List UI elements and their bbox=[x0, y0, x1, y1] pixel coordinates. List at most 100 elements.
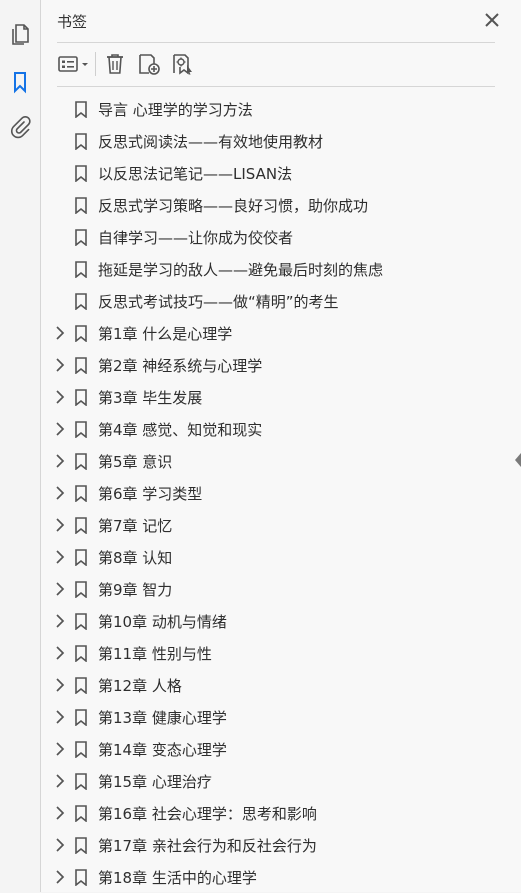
bookmark-label: 第8章 认知 bbox=[98, 549, 173, 567]
bookmark-icon bbox=[74, 837, 88, 855]
bookmark-from-structure-button[interactable] bbox=[166, 49, 200, 79]
bookmark-label: 第5章 意识 bbox=[98, 453, 173, 471]
bookmark-item[interactable]: 第5章 意识 bbox=[41, 445, 521, 477]
chevron-right-icon[interactable] bbox=[53, 869, 67, 885]
bookmark-item[interactable]: 第4章 感觉、知觉和现实 bbox=[41, 413, 521, 445]
chevron-right-icon[interactable] bbox=[53, 549, 67, 565]
bookmark-icon bbox=[74, 389, 88, 407]
chevron-right-icon[interactable] bbox=[53, 421, 67, 437]
chevron-right-icon[interactable] bbox=[53, 517, 67, 533]
bookmark-item[interactable]: 拖延是学习的敌人——避免最后时刻的焦虑 bbox=[41, 253, 521, 285]
bookmark-label: 反思式考试技巧——做“精明”的考生 bbox=[98, 293, 339, 311]
chevron-right-icon[interactable] bbox=[53, 645, 67, 661]
delete-bookmark-button[interactable] bbox=[98, 49, 132, 79]
bookmark-icon bbox=[74, 485, 88, 503]
collapse-panel-handle[interactable] bbox=[515, 452, 521, 467]
new-bookmark-button[interactable] bbox=[132, 49, 166, 79]
bookmark-label: 反思式学习策略——良好习惯，助你成功 bbox=[98, 197, 369, 215]
bookmark-label: 第13章 健康心理学 bbox=[98, 709, 227, 727]
bookmark-icon bbox=[74, 325, 88, 343]
bookmark-icon bbox=[74, 357, 88, 375]
bookmark-label: 拖延是学习的敌人——避免最后时刻的焦虑 bbox=[98, 261, 384, 279]
bookmark-icon bbox=[74, 165, 88, 183]
bookmark-label: 第4章 感觉、知觉和现实 bbox=[98, 421, 263, 439]
bookmark-label: 第14章 变态心理学 bbox=[98, 741, 227, 759]
options-menu-button[interactable] bbox=[53, 49, 93, 79]
bookmark-item[interactable]: 第3章 毕生发展 bbox=[41, 381, 521, 413]
bookmark-item[interactable]: 第6章 学习类型 bbox=[41, 477, 521, 509]
chevron-right-icon[interactable] bbox=[53, 613, 67, 629]
bookmark-item[interactable]: 第15章 心理治疗 bbox=[41, 765, 521, 797]
bookmark-icon bbox=[74, 869, 88, 887]
chevron-right-icon[interactable] bbox=[53, 485, 67, 501]
chevron-right-icon[interactable] bbox=[53, 773, 67, 789]
new-bookmark-icon bbox=[139, 54, 160, 75]
chevron-right-icon[interactable] bbox=[53, 453, 67, 469]
bookmark-item[interactable]: 导言 心理学的学习方法 bbox=[41, 93, 521, 125]
bookmark-icon bbox=[74, 293, 88, 311]
chevron-right-icon[interactable] bbox=[53, 389, 67, 405]
chevron-right-icon[interactable] bbox=[53, 837, 67, 853]
bookmark-label: 第11章 性别与性 bbox=[98, 645, 212, 663]
bookmark-item[interactable]: 第18章 生活中的心理学 bbox=[41, 861, 521, 893]
bookmark-label: 第10章 动机与情绪 bbox=[98, 613, 227, 631]
bookmark-item[interactable]: 第17章 亲社会行为和反社会行为 bbox=[41, 829, 521, 861]
bookmark-icon bbox=[74, 229, 88, 247]
bookmark-icon bbox=[74, 741, 88, 759]
bookmark-label: 第7章 记忆 bbox=[98, 517, 173, 535]
bookmark-item[interactable]: 自律学习——让你成为佼佼者 bbox=[41, 221, 521, 253]
bookmark-item[interactable]: 第2章 神经系统与心理学 bbox=[41, 349, 521, 381]
chevron-right-icon[interactable] bbox=[53, 357, 67, 373]
bookmark-label: 第9章 智力 bbox=[98, 581, 173, 599]
bookmark-icon[interactable] bbox=[7, 69, 33, 95]
bookmark-label: 第18章 生活中的心理学 bbox=[98, 869, 257, 887]
bookmark-item[interactable]: 第13章 健康心理学 bbox=[41, 701, 521, 733]
divider bbox=[57, 42, 495, 43]
bookmark-icon bbox=[74, 805, 88, 823]
bookmark-item[interactable]: 第1章 什么是心理学 bbox=[41, 317, 521, 349]
bookmark-item[interactable]: 反思式考试技巧——做“精明”的考生 bbox=[41, 285, 521, 317]
bookmark-icon bbox=[74, 613, 88, 631]
bookmark-icon bbox=[74, 101, 88, 119]
bookmark-from-structure-icon bbox=[173, 54, 192, 75]
close-icon[interactable] bbox=[481, 9, 503, 31]
divider bbox=[57, 86, 495, 87]
bookmark-icon bbox=[74, 709, 88, 727]
chevron-right-icon[interactable] bbox=[53, 741, 67, 757]
bookmark-icon bbox=[74, 453, 88, 471]
bookmark-label: 以反思法记笔记——LISAN法 bbox=[98, 165, 293, 183]
bookmarks-panel: 书签 导言 心理学的学习方法 反思式阅读法——有效地使用教材 以反思法记笔记——… bbox=[41, 0, 521, 892]
bookmark-icon bbox=[74, 517, 88, 535]
bookmark-item[interactable]: 第12章 人格 bbox=[41, 669, 521, 701]
chevron-right-icon[interactable] bbox=[53, 709, 67, 725]
bookmark-toolbar bbox=[53, 48, 200, 80]
bookmark-item[interactable]: 第10章 动机与情绪 bbox=[41, 605, 521, 637]
bookmark-icon bbox=[74, 677, 88, 695]
chevron-right-icon[interactable] bbox=[53, 581, 67, 597]
bookmark-item[interactable]: 第11章 性别与性 bbox=[41, 637, 521, 669]
left-rail bbox=[0, 0, 41, 892]
bookmark-item[interactable]: 第8章 认知 bbox=[41, 541, 521, 573]
bookmark-label: 第17章 亲社会行为和反社会行为 bbox=[98, 837, 317, 855]
chevron-right-icon[interactable] bbox=[53, 805, 67, 821]
bookmark-item[interactable]: 第16章 社会心理学：思考和影响 bbox=[41, 797, 521, 829]
options-list-icon bbox=[58, 56, 88, 72]
attachment-icon[interactable] bbox=[7, 114, 33, 140]
chevron-right-icon[interactable] bbox=[53, 325, 67, 341]
bookmark-icon bbox=[74, 581, 88, 599]
bookmark-label: 导言 心理学的学习方法 bbox=[98, 101, 253, 119]
bookmark-item[interactable]: 第14章 变态心理学 bbox=[41, 733, 521, 765]
chevron-right-icon[interactable] bbox=[53, 677, 67, 693]
bookmark-icon bbox=[74, 421, 88, 439]
bookmark-item[interactable]: 第9章 智力 bbox=[41, 573, 521, 605]
bookmark-item[interactable]: 第7章 记忆 bbox=[41, 509, 521, 541]
bookmark-item[interactable]: 反思式学习策略——良好习惯，助你成功 bbox=[41, 189, 521, 221]
bookmark-item[interactable]: 以反思法记笔记——LISAN法 bbox=[41, 157, 521, 189]
bookmark-icon bbox=[74, 133, 88, 151]
bookmark-icon bbox=[74, 261, 88, 279]
bookmark-label: 第1章 什么是心理学 bbox=[98, 325, 233, 343]
bookmark-item[interactable]: 反思式阅读法——有效地使用教材 bbox=[41, 125, 521, 157]
panel-header: 书签 bbox=[41, 0, 521, 42]
bookmark-list: 导言 心理学的学习方法反思式阅读法——有效地使用教材以反思法记笔记——LISAN… bbox=[41, 93, 521, 893]
pages-icon[interactable] bbox=[7, 21, 33, 47]
